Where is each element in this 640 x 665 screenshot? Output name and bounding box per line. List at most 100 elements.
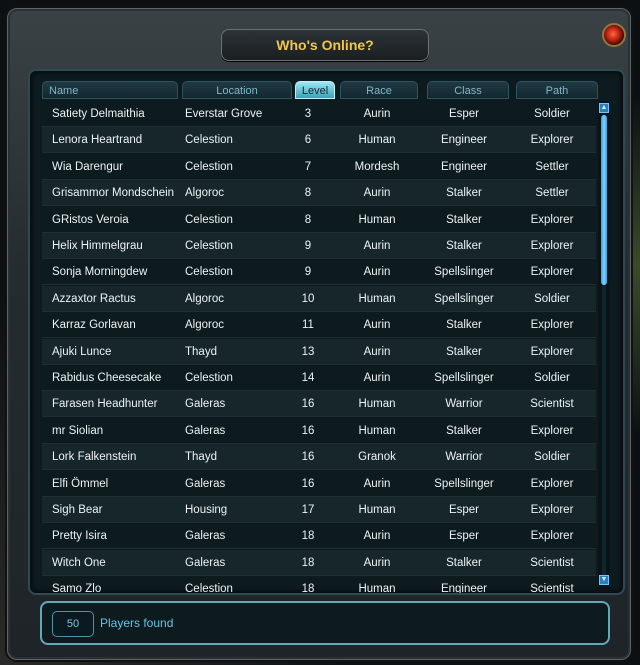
table-row[interactable]: Wia Darengur Celestion 7 Mordesh Engineer Set… [42, 154, 596, 180]
cell-level: 16 [301, 398, 315, 411]
table-row[interactable]: Satiety Delmaithia Everstar Grove 3 Aurin Es… [42, 101, 596, 127]
column-header-name[interactable]: Name [42, 81, 178, 99]
cell-race: Granok [358, 451, 396, 464]
cell-level: 17 [301, 504, 315, 516]
table-row[interactable]: GRistos Veroia Celestion 8 Human Stalker Expl… [42, 207, 596, 233]
cell-path: Soldier [534, 292, 570, 305]
table-row[interactable]: Grisammor Mondschein Algoroc 8 Aurin Stalker… [42, 180, 596, 207]
cell-race: Aurin [363, 187, 391, 200]
cell-path: Settler [535, 187, 569, 200]
cell-name: Elfi Ömmel [52, 477, 109, 490]
cell-path: Explorer [530, 240, 574, 252]
cell-level: 8 [304, 187, 312, 200]
cell-location: Thayd [185, 451, 217, 464]
cell-location: Celestion [185, 160, 233, 173]
table-row[interactable]: Samo Zlo Celestion 18 Human Engineer Scientis… [42, 576, 596, 593]
cell-name: Ajuki Lunce [52, 345, 112, 358]
table-row[interactable]: Pretty Isira Galeras 18 Aurin Esper Explorer [42, 523, 596, 550]
cell-name: Lenora Heartrand [52, 134, 143, 147]
cell-class: Esper [448, 108, 480, 120]
cell-race: Human [358, 504, 396, 516]
close-icon[interactable] [602, 23, 626, 47]
players-count: 50 [52, 611, 94, 637]
cell-class: Stalker [446, 213, 482, 226]
cell-class: Warrior [445, 398, 483, 411]
cell-level: 7 [304, 160, 312, 173]
column-header-class[interactable]: Class [427, 81, 509, 99]
column-header-level[interactable]: Level [295, 81, 335, 99]
cell-race: Human [358, 292, 396, 305]
cell-class: Engineer [440, 583, 488, 593]
table-row[interactable]: Karraz Gorlavan Algoroc 11 Aurin Stalker Expl… [42, 312, 596, 339]
cell-name: Sonja Morningdew [52, 266, 148, 279]
table-row[interactable]: Rabidus Cheesecake Celestion 14 Aurin Spells… [42, 365, 596, 391]
cell-race: Human [358, 424, 396, 437]
cell-name: Witch One [52, 556, 106, 569]
table-row[interactable]: Sigh Bear Housing 17 Human Esper Explorer [42, 497, 596, 523]
cell-name: Pretty Isira [52, 530, 107, 543]
cell-class: Stalker [446, 187, 482, 200]
player-rows: Satiety Delmaithia Everstar Grove 3 Aurin Es… [42, 101, 596, 593]
column-header-path[interactable]: Path [516, 81, 598, 99]
cell-path: Explorer [530, 345, 574, 358]
cell-location: Celestion [185, 372, 233, 384]
cell-level: 16 [301, 451, 315, 464]
cell-race: Aurin [363, 266, 391, 279]
cell-level: 6 [304, 134, 312, 147]
cell-path: Settler [535, 160, 569, 173]
cell-level: 3 [304, 108, 312, 120]
cell-race: Human [358, 134, 396, 147]
cell-class: Stalker [446, 424, 482, 437]
table-row[interactable]: Witch One Galeras 18 Aurin Stalker Scientist [42, 549, 596, 576]
table-row[interactable]: Sonja Morningdew Celestion 9 Aurin Spellslin… [42, 259, 596, 286]
cell-level: 18 [301, 583, 315, 593]
cell-path: Explorer [530, 424, 574, 437]
cell-location: Algoroc [185, 292, 224, 305]
table-row[interactable]: Lenora Heartrand Celestion 6 Human Engineer E… [42, 127, 596, 154]
cell-class: Spellslinger [434, 292, 494, 305]
cell-level: 14 [301, 372, 315, 384]
cell-level: 9 [304, 266, 312, 279]
cell-name: Wia Darengur [52, 160, 123, 173]
cell-path: Soldier [534, 108, 570, 120]
cell-location: Celestion [185, 583, 233, 593]
cell-level: 10 [301, 292, 315, 305]
table-row[interactable]: Lork Falkenstein Thayd 16 Granok Warrior Sold… [42, 444, 596, 471]
cell-path: Explorer [530, 504, 574, 516]
scroll-up-icon[interactable]: ▲ [599, 103, 609, 113]
cell-location: Galeras [185, 530, 226, 543]
cell-location: Galeras [185, 556, 226, 569]
scroll-thumb[interactable] [601, 115, 607, 285]
scrollbar[interactable]: ▲ ▼ [598, 101, 610, 591]
cell-level: 18 [301, 556, 315, 569]
cell-location: Galeras [185, 477, 226, 490]
cell-path: Scientist [530, 556, 574, 569]
cell-path: Explorer [530, 134, 574, 147]
cell-race: Aurin [363, 319, 391, 332]
cell-race: Aurin [363, 477, 391, 490]
table-row[interactable]: Helix Himmelgrau Celestion 9 Aurin Stalker Ex… [42, 233, 596, 259]
column-header-location[interactable]: Location [182, 81, 292, 99]
cell-path: Explorer [530, 213, 574, 226]
cell-level: 9 [304, 240, 312, 252]
column-header-race[interactable]: Race [340, 81, 418, 99]
table-row[interactable]: Ajuki Lunce Thayd 13 Aurin Stalker Explorer [42, 338, 596, 365]
cell-class: Stalker [446, 319, 482, 332]
cell-race: Mordesh [354, 160, 400, 173]
table-row[interactable]: Azzaxtor Ractus Algoroc 10 Human Spellslinge… [42, 285, 596, 312]
cell-level: 16 [301, 424, 315, 437]
cell-location: Algoroc [185, 319, 224, 332]
scroll-down-icon[interactable]: ▼ [599, 575, 609, 585]
cell-path: Explorer [530, 477, 574, 490]
table-row[interactable]: Farasen Headhunter Galeras 16 Human Warrior S… [42, 391, 596, 418]
cell-class: Spellslinger [434, 372, 494, 384]
cell-name: mr Siolian [52, 424, 104, 437]
cell-path: Scientist [530, 583, 574, 593]
cell-race: Human [358, 583, 396, 593]
table-row[interactable]: Elfi Ömmel Galeras 16 Aurin Spellslinger Expl… [42, 471, 596, 497]
table-row[interactable]: mr Siolian Galeras 16 Human Stalker Explorer [42, 418, 596, 444]
cell-name: Lork Falkenstein [52, 451, 137, 464]
player-list-panel: Name Location Level Race Class Path Sati… [28, 69, 625, 595]
cell-path: Soldier [534, 451, 570, 464]
cell-location: Celestion [185, 213, 233, 226]
